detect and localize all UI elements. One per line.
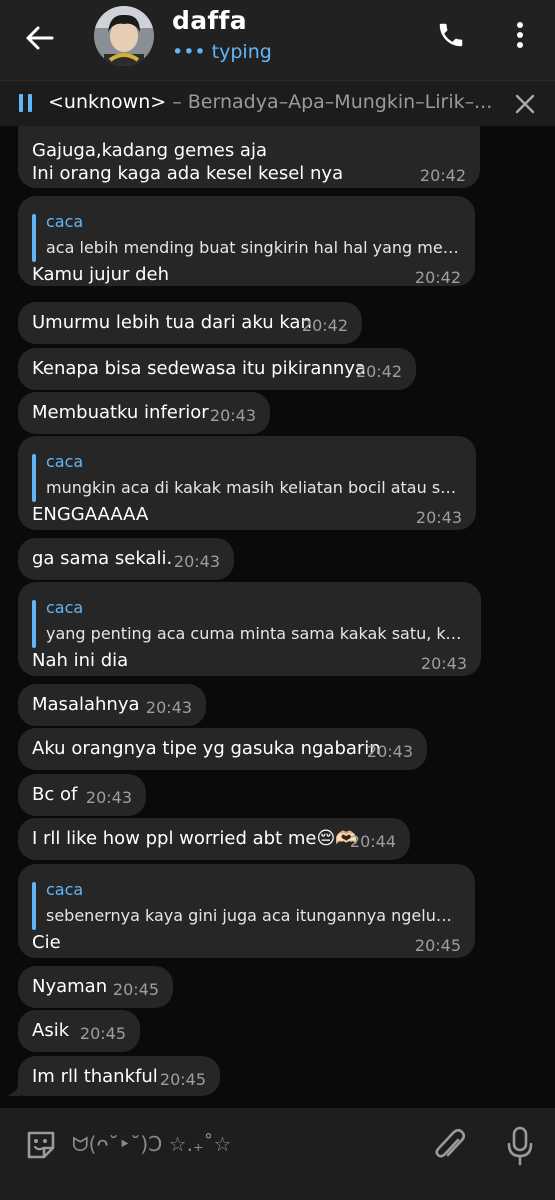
- message-time: 20:43: [420, 654, 467, 673]
- reply-quote[interactable]: caca yang penting aca cuma minta sama ka…: [32, 598, 467, 650]
- message-time: 20:42: [355, 362, 402, 381]
- music-track[interactable]: <unknown> – Bernadya–Apa–Mungkin–Lirik–.…: [48, 91, 503, 113]
- message-time: 20:43: [85, 788, 132, 807]
- reply-quote[interactable]: caca sebenernya kaya gini juga aca itung…: [32, 880, 461, 932]
- message-text: Ini orang kaga ada kesel kesel nya: [32, 163, 344, 184]
- message-bubble[interactable]: caca yang penting aca cuma minta sama ka…: [18, 582, 481, 676]
- typing-label: typing: [211, 41, 272, 63]
- message-time: 20:43: [366, 742, 413, 761]
- reply-text: sebenernya kaya gini juga aca itungannya…: [46, 906, 461, 925]
- sticker-icon[interactable]: [24, 1128, 58, 1162]
- message-time: 20:45: [79, 1024, 126, 1043]
- close-icon[interactable]: [514, 93, 536, 115]
- message-bubble[interactable]: Umurmu lebih tua dari aku kan 20:42: [18, 302, 362, 344]
- message-text: Kenapa bisa sedewasa itu pikirannya: [32, 358, 366, 379]
- message-time: 20:42: [301, 316, 348, 335]
- typing-dots: •••: [172, 41, 206, 63]
- message-time: 20:45: [112, 980, 159, 999]
- message-text: Nyaman: [32, 976, 108, 997]
- chat-header: daffa ••• typing: [0, 0, 555, 80]
- message-text: Cie: [32, 932, 61, 953]
- avatar[interactable]: [94, 6, 154, 66]
- music-title: – Bernadya–Apa–Mungkin–Lirik–...: [166, 91, 493, 113]
- reply-text: yang penting aca cuma minta sama kakak s…: [46, 624, 467, 643]
- message-time: 20:44: [349, 832, 396, 851]
- message-bubble[interactable]: Aku orangnya tipe yg gasuka ngabarin 20:…: [18, 728, 427, 770]
- message-text: Aku orangnya tipe yg gasuka ngabarin: [32, 738, 381, 759]
- reply-sender: caca: [46, 598, 84, 617]
- more-vertical-icon[interactable]: [510, 20, 530, 50]
- message-bubble[interactable]: Im rll thankful 20:45: [18, 1056, 220, 1096]
- message-bubble[interactable]: I rll like how ppl worried abt me😔🫶🏻 20:…: [18, 818, 410, 860]
- message-time: 20:45: [414, 936, 461, 955]
- music-player-bar[interactable]: <unknown> – Bernadya–Apa–Mungkin–Lirik–.…: [0, 80, 555, 126]
- message-list[interactable]: Gajuga,kadang gemes aja Ini orang kaga a…: [0, 126, 555, 1108]
- phone-icon[interactable]: [436, 20, 466, 50]
- reply-text: mungkin aca di kakak masih keliatan boci…: [46, 478, 462, 497]
- message-text: ENGGAAAAA: [32, 504, 149, 525]
- message-bubble[interactable]: caca mungkin aca di kakak masih keliatan…: [18, 436, 476, 530]
- paperclip-icon[interactable]: [432, 1126, 468, 1166]
- message-time: 20:43: [173, 552, 220, 571]
- reply-text: aca lebih mending buat singkirin hal hal…: [46, 238, 461, 257]
- message-text: Bc of: [32, 784, 78, 805]
- reply-sender: caca: [46, 452, 84, 471]
- message-bubble[interactable]: Masalahnya 20:43: [18, 684, 206, 726]
- message-input[interactable]: ᗢ(ᴖ˘‣˘)Ↄ ☆.₊˚☆: [72, 1132, 231, 1156]
- message-bubble[interactable]: Asik 20:45: [18, 1010, 140, 1052]
- message-bubble[interactable]: caca sebenernya kaya gini juga aca itung…: [18, 864, 475, 958]
- message-text: Kamu jujur deh: [32, 264, 170, 285]
- message-text: Masalahnya: [32, 694, 140, 715]
- message-bubble[interactable]: Gajuga,kadang gemes aja Ini orang kaga a…: [18, 126, 480, 188]
- message-bubble[interactable]: caca aca lebih mending buat singkirin ha…: [18, 196, 475, 287]
- message-time: 20:43: [209, 406, 256, 425]
- typing-status: ••• typing: [172, 41, 272, 63]
- message-text: Im rll thankful: [32, 1066, 158, 1087]
- message-bubble[interactable]: ga sama sekali. 20:43: [18, 538, 234, 580]
- reply-sender: caca: [46, 880, 84, 899]
- message-input-bar: ᗢ(ᴖ˘‣˘)Ↄ ☆.₊˚☆: [0, 1108, 555, 1200]
- message-bubble[interactable]: Nyaman 20:45: [18, 966, 173, 1008]
- message-time: 20:43: [145, 698, 192, 717]
- music-artist: <unknown>: [48, 91, 167, 113]
- message-text: Nah ini dia: [32, 650, 129, 671]
- message-time: 20:42: [414, 268, 461, 287]
- message-text: Asik: [32, 1020, 70, 1041]
- contact-name[interactable]: daffa: [172, 6, 247, 35]
- back-arrow-icon[interactable]: [22, 20, 58, 56]
- reply-quote[interactable]: caca mungkin aca di kakak masih keliatan…: [32, 452, 462, 504]
- message-bubble[interactable]: Bc of 20:43: [18, 774, 146, 816]
- reply-sender: caca: [46, 212, 84, 231]
- message-text: Umurmu lebih tua dari aku kan: [32, 312, 312, 333]
- message-text: I rll like how ppl worried abt me😔🫶🏻: [32, 828, 358, 849]
- message-bubble[interactable]: Membuatku inferior 20:43: [18, 392, 270, 434]
- message-text: Gajuga,kadang gemes aja: [32, 140, 267, 161]
- message-time: 20:42: [419, 166, 466, 185]
- message-bubble[interactable]: Kenapa bisa sedewasa itu pikirannya 20:4…: [18, 348, 416, 390]
- message-text: ga sama sekali.: [32, 548, 173, 569]
- reply-quote[interactable]: caca aca lebih mending buat singkirin ha…: [32, 212, 461, 264]
- message-time: 20:45: [159, 1070, 206, 1089]
- pause-icon[interactable]: [19, 94, 33, 112]
- message-time: 20:43: [415, 508, 462, 527]
- bubble-tail: [7, 1082, 21, 1096]
- microphone-icon[interactable]: [506, 1126, 534, 1168]
- message-text: Membuatku inferior: [32, 402, 209, 423]
